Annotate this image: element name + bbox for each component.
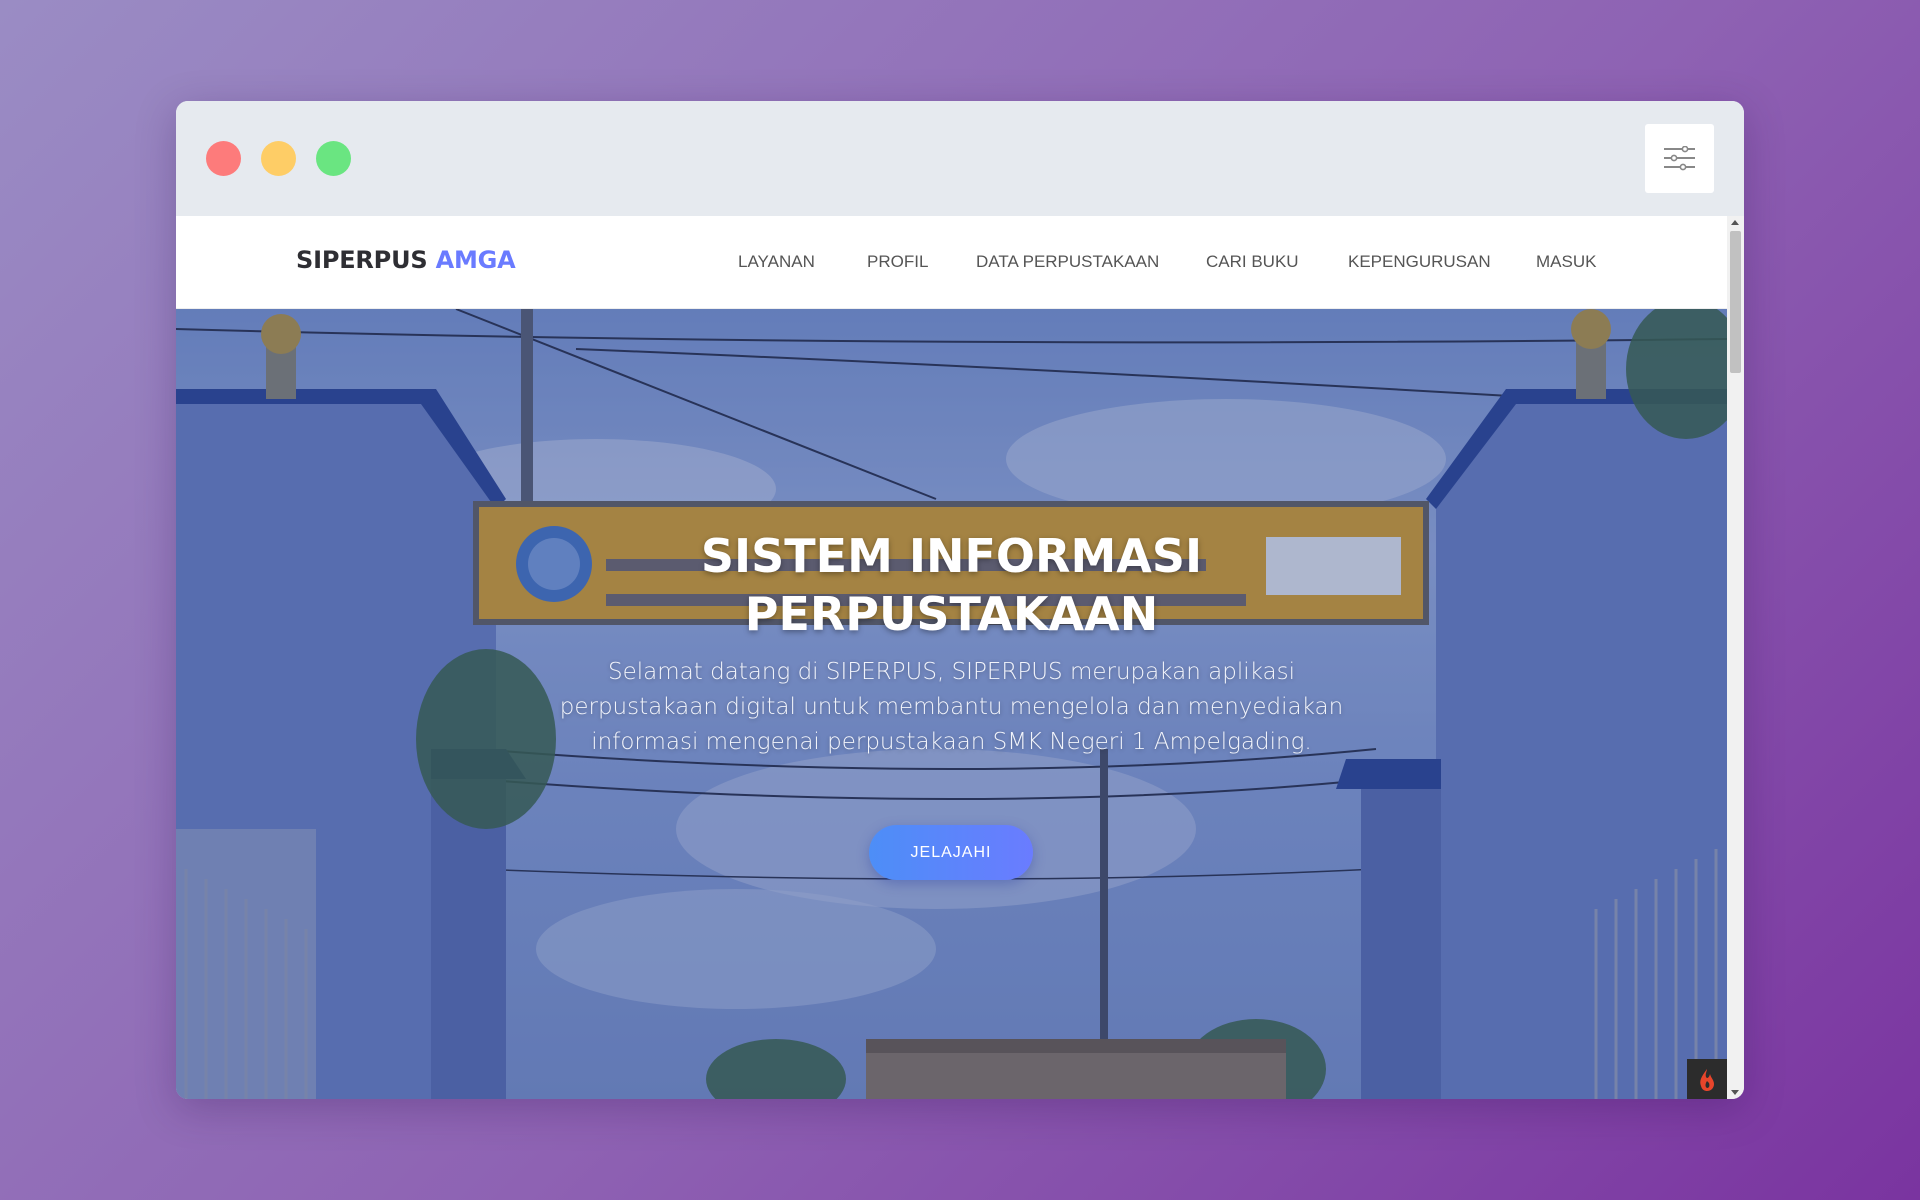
minimize-dot[interactable] bbox=[261, 141, 296, 176]
close-dot[interactable] bbox=[206, 141, 241, 176]
hero-title-line1: SISTEM INFORMASI bbox=[700, 529, 1203, 583]
hero-title-line2: PERPUSTAKAAN bbox=[744, 587, 1159, 641]
fire-icon bbox=[1700, 1069, 1714, 1091]
window-titlebar bbox=[176, 101, 1744, 216]
scroll-down-icon[interactable] bbox=[1731, 1090, 1739, 1095]
sliders-icon bbox=[1664, 146, 1695, 171]
nav-item-kepengurusan[interactable]: KEPENGURUSAN bbox=[1348, 252, 1491, 272]
top-navbar: SIPERPUS AMGA LAYANAN PROFIL DATA PERPUS… bbox=[176, 216, 1727, 309]
settings-button[interactable] bbox=[1645, 124, 1714, 193]
nav-item-cari-buku[interactable]: CARI BUKU bbox=[1206, 252, 1299, 272]
page-viewport: SIPERPUS AMGA LAYANAN PROFIL DATA PERPUS… bbox=[176, 216, 1744, 1099]
hero-description: Selamat datang di SIPERPUS, SIPERPUS mer… bbox=[559, 659, 1344, 755]
nav-item-masuk[interactable]: MASUK bbox=[1536, 252, 1596, 272]
browser-window: SIPERPUS AMGA LAYANAN PROFIL DATA PERPUS… bbox=[176, 101, 1744, 1099]
hero-section: SISTEM INFORMASI PERPUSTAKAAN Selamat da… bbox=[176, 309, 1727, 1099]
nav-item-data-perpustakaan[interactable]: DATA PERPUSTAKAAN bbox=[976, 252, 1159, 272]
floating-badge[interactable] bbox=[1687, 1059, 1727, 1099]
nav-menu: LAYANAN PROFIL DATA PERPUSTAKAAN CARI BU… bbox=[176, 216, 1727, 309]
nav-item-layanan[interactable]: LAYANAN bbox=[738, 252, 815, 272]
maximize-dot[interactable] bbox=[316, 141, 351, 176]
scroll-thumb[interactable] bbox=[1730, 231, 1741, 373]
hero-title: SISTEM INFORMASI PERPUSTAKAAN bbox=[176, 527, 1727, 643]
scroll-up-icon[interactable] bbox=[1731, 220, 1739, 225]
vertical-scrollbar[interactable] bbox=[1727, 216, 1744, 1099]
nav-item-profil[interactable]: PROFIL bbox=[867, 252, 928, 272]
explore-button[interactable]: JELAJAHI bbox=[869, 825, 1033, 880]
